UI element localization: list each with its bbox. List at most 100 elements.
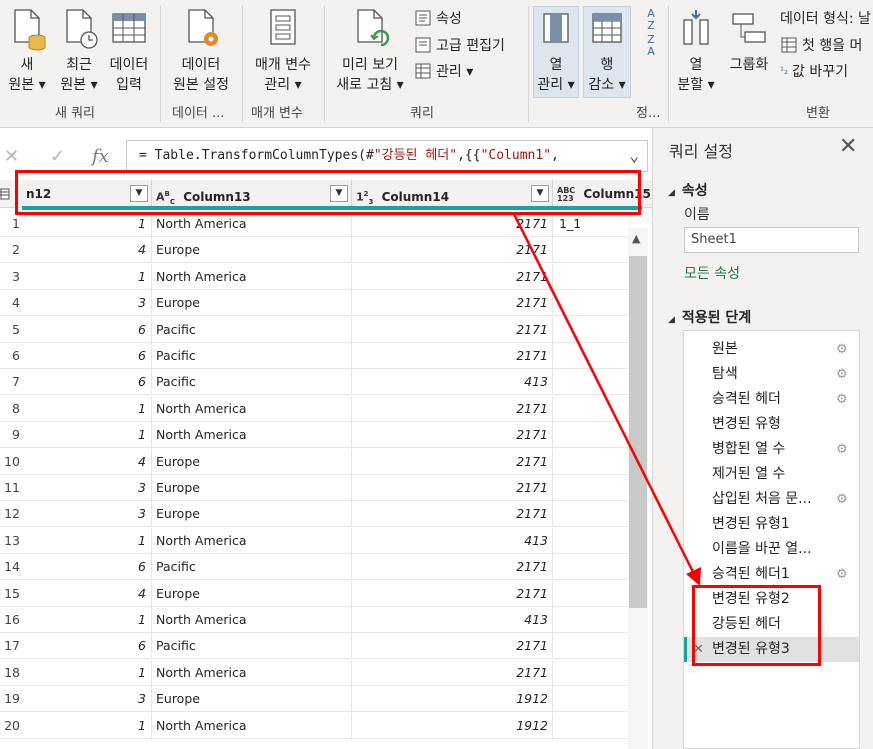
cell-col12[interactable]: 6 (22, 633, 152, 660)
cell-col15[interactable] (553, 501, 628, 527)
cell-col13[interactable]: Pacific (152, 316, 352, 343)
applied-step[interactable]: 제거된 열 수 (684, 462, 859, 487)
cell-col13[interactable]: Pacific (152, 343, 352, 369)
row-number[interactable]: 9 (0, 422, 22, 448)
cell-col12[interactable]: 4 (22, 237, 152, 264)
cell-col15[interactable] (553, 713, 628, 739)
cell-col12[interactable]: 3 (22, 475, 152, 501)
scrollbar-thumb[interactable] (629, 256, 647, 608)
table-row[interactable]: 19 3 Europe 1912 (0, 686, 628, 713)
row-number[interactable]: 17 (0, 633, 22, 659)
cell-col12[interactable]: 1 (22, 527, 152, 554)
row-number[interactable]: 2 (0, 237, 22, 263)
table-row[interactable]: 12 3 Europe 2171 (0, 501, 628, 528)
cell-col13[interactable]: Europe (152, 580, 352, 607)
sort-descending-button[interactable]: ZA (640, 34, 662, 58)
table-row[interactable]: 18 1 North America 2171 (0, 659, 628, 686)
cell-col14[interactable]: 413 (352, 527, 553, 554)
new-source-button[interactable]: 새 원본 ▾ (4, 8, 50, 95)
cell-col14[interactable]: 1912 (352, 686, 553, 713)
table-row[interactable]: 2 4 Europe 2171 (0, 237, 628, 264)
table-row[interactable]: 7 6 Pacific 413 (0, 369, 628, 396)
cell-col12[interactable]: 1 (22, 607, 152, 633)
table-row[interactable]: 17 6 Pacific 2171 (0, 633, 628, 660)
table-row[interactable]: 8 1 North America 2171 (0, 395, 628, 422)
table-row[interactable]: 16 1 North America 413 (0, 607, 628, 633)
table-row[interactable]: 10 4 Europe 2171 (0, 448, 628, 475)
cell-col13[interactable]: Pacific (152, 633, 352, 660)
cell-col14[interactable]: 2171 (352, 343, 553, 369)
cell-col13[interactable]: North America (152, 712, 352, 739)
cell-col14[interactable]: 2171 (352, 448, 553, 475)
cell-col12[interactable]: 4 (22, 448, 152, 475)
cell-col13[interactable]: Europe (152, 290, 352, 317)
cell-col14[interactable]: 2171 (352, 263, 553, 290)
row-number[interactable]: 6 (0, 343, 22, 369)
collapse-triangle-icon[interactable]: ◢ (668, 188, 675, 198)
cell-col15[interactable] (553, 686, 628, 712)
cell-col12[interactable]: 6 (22, 343, 152, 369)
table-row[interactable]: 5 6 Pacific 2171 (0, 316, 628, 343)
cell-col14[interactable]: 413 (352, 369, 553, 396)
cell-col13[interactable]: Pacific (152, 369, 352, 396)
step-settings-gear-icon[interactable]: ⚙ (836, 562, 848, 587)
cell-col15[interactable] (553, 554, 628, 580)
applied-step[interactable]: 이름을 바꾼 열... (684, 537, 859, 562)
step-settings-gear-icon[interactable]: ⚙ (836, 437, 848, 462)
group-by-button[interactable]: 그룹화 (724, 8, 774, 75)
cell-col15[interactable] (553, 343, 628, 369)
sort-ascending-button[interactable]: AZ (640, 8, 662, 32)
cell-col13[interactable]: Pacific (152, 554, 352, 581)
cell-col14[interactable]: 2171 (352, 316, 553, 343)
cell-col13[interactable]: Europe (152, 475, 352, 501)
cell-col13[interactable]: North America (152, 395, 352, 422)
data-type-button[interactable]: 데이터 형식: 날 (780, 8, 871, 28)
cell-col13[interactable]: Europe (152, 686, 352, 713)
cell-col12[interactable]: 1 (22, 263, 152, 290)
table-row[interactable]: 13 1 North America 413 (0, 527, 628, 554)
close-icon[interactable]: ✕ (839, 134, 857, 159)
cell-col15[interactable] (553, 237, 628, 263)
table-row[interactable]: 4 3 Europe 2171 (0, 290, 628, 317)
cell-col12[interactable]: 1 (22, 422, 152, 449)
accept-icon[interactable]: ✓ (50, 146, 65, 167)
table-row[interactable]: 20 1 North America 1912 (0, 712, 628, 739)
cancel-icon[interactable]: ✕ (4, 146, 19, 167)
cell-col13[interactable]: North America (152, 422, 352, 449)
cell-col13[interactable]: Europe (152, 448, 352, 475)
replace-values-button[interactable]: ¹₂ 값 바꾸기 (780, 61, 848, 81)
cell-col12[interactable]: 3 (22, 501, 152, 528)
step-settings-gear-icon[interactable]: ⚙ (836, 362, 848, 387)
applied-step[interactable]: 승격된 헤더 ⚙ (684, 387, 859, 412)
cell-col15[interactable] (553, 660, 628, 686)
cell-col13[interactable]: Europe (152, 501, 352, 528)
applied-step[interactable]: 병합된 열 수 ⚙ (684, 437, 859, 462)
choose-columns-button[interactable]: 열 관리 ▾ (533, 8, 579, 95)
cell-col15[interactable] (553, 607, 628, 633)
cell-col15[interactable] (553, 528, 628, 554)
cell-col14[interactable]: 2171 (352, 395, 553, 422)
cell-col12[interactable]: 1 (22, 712, 152, 739)
cell-col14[interactable]: 2171 (352, 237, 553, 264)
table-row[interactable]: 6 6 Pacific 2171 (0, 343, 628, 369)
cell-col15[interactable] (553, 581, 628, 607)
enter-data-button[interactable]: 데이터 입력 (104, 8, 154, 95)
applied-step[interactable]: 삽입된 처음 문... ⚙ (684, 487, 859, 512)
row-number[interactable]: 4 (0, 290, 22, 316)
row-number[interactable]: 3 (0, 264, 22, 290)
step-settings-gear-icon[interactable]: ⚙ (836, 387, 848, 412)
step-settings-gear-icon[interactable]: ⚙ (836, 337, 848, 362)
scroll-up-icon[interactable]: ▲ (632, 232, 640, 245)
row-number[interactable]: 11 (0, 475, 22, 501)
cell-col12[interactable]: 6 (22, 369, 152, 396)
properties-section-title[interactable]: ◢ 속성 (668, 180, 708, 200)
cell-col15[interactable] (553, 290, 628, 316)
row-number[interactable]: 14 (0, 554, 22, 580)
cell-col12[interactable]: 6 (22, 316, 152, 343)
cell-col14[interactable]: 2171 (352, 422, 553, 449)
cell-col14[interactable]: 2171 (352, 501, 553, 528)
cell-col12[interactable]: 3 (22, 290, 152, 317)
all-properties-link[interactable]: 모든 속성 (684, 263, 740, 283)
cell-col12[interactable]: 3 (22, 686, 152, 713)
cell-col15[interactable] (553, 264, 628, 290)
